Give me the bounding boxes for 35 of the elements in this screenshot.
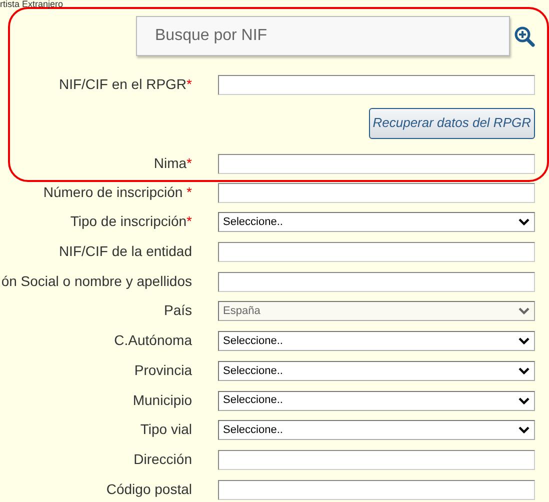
field-label: Tipo de inscripción* bbox=[69, 212, 192, 230]
chevron-down-icon bbox=[518, 366, 530, 375]
chevron-down-icon bbox=[518, 307, 530, 316]
field-label: Nima* bbox=[152, 154, 192, 171]
input-field[interactable] bbox=[218, 480, 535, 500]
field-label: ón Social o nombre y apellidos bbox=[0, 272, 192, 289]
section-title: rtista Extranjero bbox=[0, 0, 64, 8]
field-label: Municipio bbox=[132, 390, 192, 408]
chevron-down-icon bbox=[518, 218, 530, 226]
field-label: Código postal bbox=[105, 480, 192, 497]
field-label: C.Autónoma bbox=[113, 331, 192, 348]
search-field[interactable]: Busque por NIF bbox=[136, 16, 510, 56]
input-field[interactable] bbox=[218, 272, 535, 292]
select-field[interactable]: Seleccione.. bbox=[218, 360, 535, 381]
input-field[interactable] bbox=[218, 450, 535, 470]
chevron-down-icon bbox=[518, 337, 530, 346]
field-label: Provincia bbox=[133, 360, 192, 378]
input-field[interactable] bbox=[218, 182, 535, 203]
input-field[interactable] bbox=[218, 154, 535, 174]
select-field[interactable]: Seleccione.. bbox=[218, 390, 535, 410]
chevron-down-icon bbox=[518, 396, 530, 404]
field-label: Dirección bbox=[132, 450, 192, 467]
input-field[interactable] bbox=[218, 75, 535, 95]
chevron-down-icon bbox=[518, 426, 530, 434]
zoom-in-icon[interactable] bbox=[514, 26, 535, 46]
field-label: País bbox=[162, 301, 192, 318]
select-field[interactable]: Seleccione.. bbox=[218, 212, 535, 232]
field-label: Número de inscripción * bbox=[42, 182, 192, 200]
select-field[interactable]: Seleccione.. bbox=[218, 420, 535, 440]
field-label: NIF/CIF de la entidad bbox=[58, 242, 192, 260]
retrieve-data-button[interactable]: Recuperar datos del RPGR bbox=[368, 108, 535, 139]
select-field[interactable]: Seleccione.. bbox=[218, 331, 535, 352]
field-label: NIF/CIF en el RPGR* bbox=[58, 75, 192, 92]
input-field[interactable] bbox=[218, 242, 535, 262]
field-label: Tipo vial bbox=[139, 420, 192, 438]
